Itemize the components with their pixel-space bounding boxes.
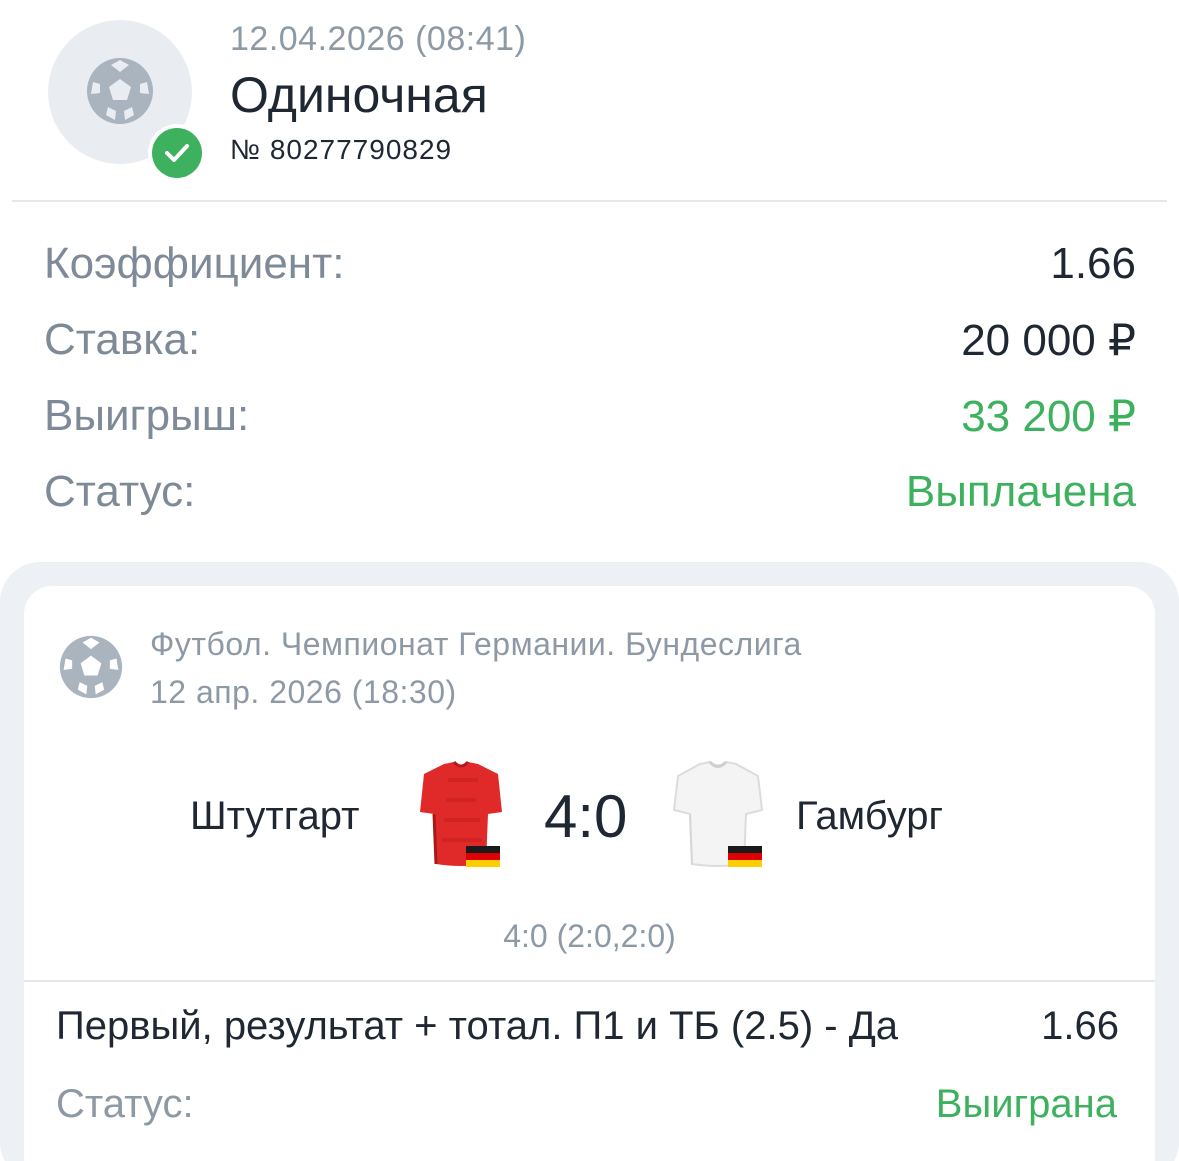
stake-value: 20 000 ₽ <box>961 315 1136 365</box>
score-detail: 4:0 (2:0,2:0) <box>503 918 676 954</box>
summary-row-winnings: Выигрыш: 33 200 ₽ <box>44 386 1136 446</box>
header-divider <box>12 200 1167 202</box>
winnings-label: Выигрыш: <box>44 391 250 440</box>
bet-type-title: Одиночная <box>230 67 488 123</box>
odds-value: 1.66 <box>1050 239 1136 288</box>
away-team-name: Гамбург <box>796 794 944 838</box>
market-odds: 1.66 <box>1041 1004 1119 1048</box>
summary-row-stake: Ставка: 20 000 ₽ <box>44 310 1136 370</box>
status-label: Статус: <box>44 467 196 516</box>
bet-datetime: 12.04.2026 (08:41) <box>230 20 527 58</box>
event-card[interactable] <box>24 586 1155 1161</box>
event-status-label: Статус: <box>56 1082 194 1126</box>
germany-flag-icon <box>466 846 500 867</box>
germany-flag-icon <box>728 846 762 867</box>
summary-row-odds: Коэффициент: 1.66 <box>44 234 1136 294</box>
odds-label: Коэффициент: <box>44 239 345 288</box>
check-circle-icon <box>165 144 189 162</box>
event-status-value: Выиграна <box>935 1082 1117 1126</box>
bet-number: № 80277790829 <box>230 134 453 165</box>
football-icon <box>87 58 153 124</box>
won-status-badge <box>148 124 206 182</box>
event-league: Футбол. Чемпионат Германии. Бундеслига <box>150 626 802 662</box>
market-description: Первый, результат + тотал. П1 и ТБ (2.5)… <box>56 1004 899 1048</box>
event-date: 12 апр. 2026 (18:30) <box>150 674 457 710</box>
football-icon <box>59 635 123 699</box>
card-divider <box>24 980 1155 982</box>
home-team-name: Штутгарт <box>190 794 360 838</box>
stake-label: Ставка: <box>44 315 201 364</box>
summary-row-status: Статус: Выплачена <box>44 462 1136 522</box>
status-value: Выплачена <box>905 467 1136 516</box>
winnings-value: 33 200 ₽ <box>961 391 1136 441</box>
match-score: 4:0 <box>544 783 628 850</box>
